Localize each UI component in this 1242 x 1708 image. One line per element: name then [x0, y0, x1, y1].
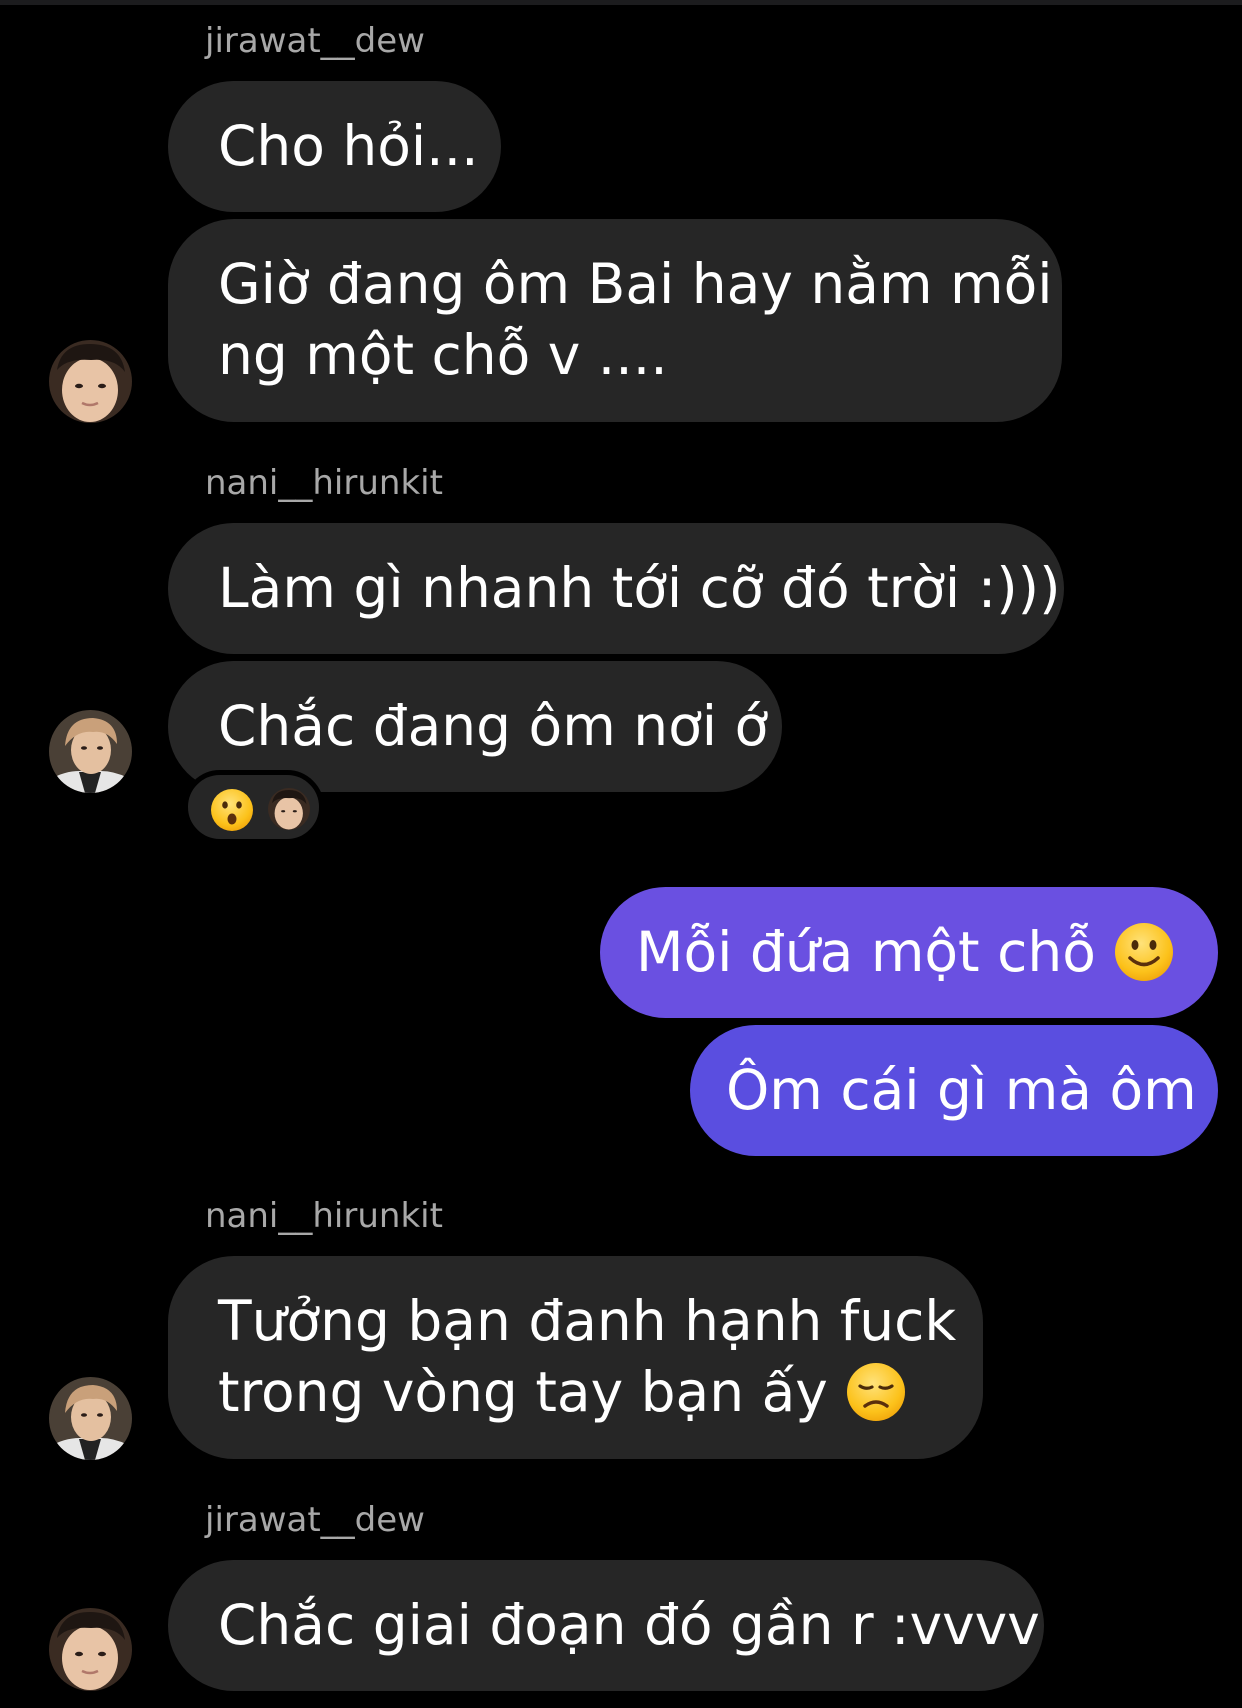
avatar-nani[interactable]	[49, 710, 132, 793]
message-bubble[interactable]: Tưởng bạn đanh hạnh fuck trong vòng tay …	[168, 1256, 983, 1459]
message-text: Giờ đang ôm Bai hay nằm mỗi	[218, 252, 1053, 316]
message-text-content: trong vòng tay bạn ấy	[218, 1360, 828, 1424]
message-bubble[interactable]: Làm gì nhanh tới cỡ đó trời :)))	[168, 523, 1064, 654]
message-text: Chắc đang ôm nơi ớ	[218, 694, 769, 758]
reactor-avatar	[268, 788, 310, 830]
profile-photo-jirawat-icon	[49, 340, 132, 423]
profile-photo-nani-icon	[49, 1377, 132, 1460]
sender-name: jirawat__dew	[205, 1500, 425, 1540]
sender-name: nani__hirunkit	[205, 1196, 443, 1236]
message-bubble[interactable]: Chắc giai đoạn đó gần r :vvvv	[168, 1560, 1044, 1691]
message-bubble[interactable]: Cho hỏi...	[168, 81, 501, 212]
message-text: ng một chỗ v ....	[218, 323, 668, 387]
sender-name: nani__hirunkit	[205, 463, 443, 503]
message-text: Ôm cái gì mà ôm	[726, 1058, 1197, 1122]
message-text-content: Mỗi đứa một chỗ	[636, 920, 1096, 984]
astonished-face-icon	[211, 789, 253, 831]
message-text: Mỗi đứa một chỗ	[636, 917, 1218, 988]
message-text: Tưởng bạn đanh hạnh fuck	[218, 1289, 957, 1353]
avatar-nani[interactable]	[49, 1377, 132, 1460]
disappointed-face-icon	[847, 1362, 906, 1421]
slightly-smiling-face-icon	[1115, 922, 1174, 981]
top-divider	[0, 0, 1242, 5]
message-bubble[interactable]: Giờ đang ôm Bai hay nằm mỗi ng một chỗ v…	[168, 219, 1062, 422]
avatar-jirawat[interactable]	[49, 340, 132, 423]
outgoing-message-bubble[interactable]: Mỗi đứa một chỗ	[600, 887, 1218, 1018]
sender-name: jirawat__dew	[205, 21, 425, 61]
message-text: Chắc giai đoạn đó gần r :vvvv	[218, 1593, 1040, 1657]
avatar-jirawat[interactable]	[49, 1608, 132, 1691]
message-text: Cho hỏi...	[218, 114, 479, 178]
profile-photo-nani-icon	[49, 710, 132, 793]
outgoing-message-bubble[interactable]: Ôm cái gì mà ôm	[690, 1025, 1218, 1156]
message-reaction[interactable]	[183, 770, 324, 844]
message-text: Làm gì nhanh tới cỡ đó trời :)))	[218, 556, 1061, 620]
profile-photo-jirawat-icon	[49, 1608, 132, 1691]
profile-photo-jirawat-icon	[268, 788, 310, 830]
message-text: trong vòng tay bạn ấy	[218, 1357, 983, 1428]
